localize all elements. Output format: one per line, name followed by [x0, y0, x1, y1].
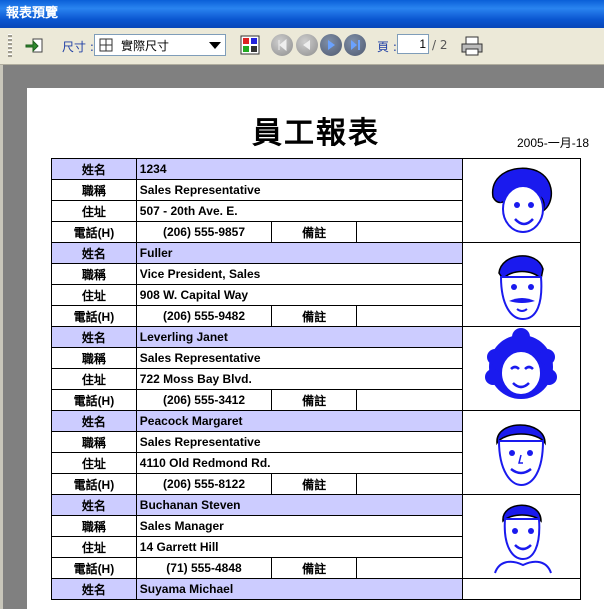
title-label: 職稱: [51, 347, 137, 369]
layout-button[interactable]: [240, 35, 260, 55]
title-label: 職稱: [51, 431, 137, 453]
name-label: 姓名: [51, 494, 137, 516]
employee-name: Buchanan Steven: [135, 494, 463, 516]
note-label: 備註: [271, 473, 358, 495]
size-label: 尺寸 :: [62, 40, 94, 54]
employee-photo: [461, 158, 582, 243]
report-date: 2005-一月-18: [517, 136, 590, 150]
employee-record-partial: 姓名 Suyama Michael: [51, 578, 582, 600]
employee-title: Sales Representative: [135, 179, 463, 201]
first-page-button[interactable]: [271, 34, 293, 56]
employee-note: [356, 305, 463, 327]
employee-phone: (206) 555-9857: [135, 221, 273, 243]
report-page: 員工報表 2005-一月-18 姓名 1234 職稱 Sales Represe…: [27, 88, 604, 609]
employee-table: 姓名 1234 職稱 Sales Representative 住址 507 -…: [51, 158, 582, 600]
employee-name: Fuller: [135, 242, 463, 264]
last-page-button[interactable]: [344, 34, 366, 56]
employee-address: 14 Garrett Hill: [135, 536, 463, 558]
employee-note: [356, 389, 463, 411]
page-label: 頁 :: [377, 40, 397, 54]
employee-note: [356, 473, 463, 495]
chevron-down-icon: [209, 42, 221, 49]
name-label: 姓名: [51, 578, 137, 600]
employee-address: 722 Moss Bay Blvd.: [135, 368, 463, 390]
employee-phone: (206) 555-3412: [135, 389, 273, 411]
employee-record: 姓名 Leverling Janet: [51, 326, 582, 411]
note-label: 備註: [271, 305, 358, 327]
grid-layout-icon: [240, 35, 260, 55]
employee-photo: [461, 326, 582, 411]
title-label: 職稱: [51, 515, 137, 537]
report-title: 員工報表: [252, 116, 380, 151]
note-label: 備註: [271, 221, 358, 243]
address-label: 住址: [51, 536, 137, 558]
employee-record: 姓名 Fuller: [51, 242, 582, 327]
employee-note: [356, 557, 463, 579]
window-title: 報表預覽: [0, 0, 604, 28]
employee-note: [356, 221, 463, 243]
employee-record: 姓名 1234: [51, 158, 582, 243]
next-page-button[interactable]: [320, 34, 342, 56]
phone-label: 電話(H): [51, 473, 137, 495]
employee-name: Peacock Margaret: [135, 410, 463, 432]
woman-curly-hair-face-icon: [481, 328, 561, 410]
toolbar: 尺寸 : 實際尺寸 頁: 1 / 2: [0, 28, 604, 65]
page-size-icon: [99, 38, 113, 52]
export-button[interactable]: [24, 35, 46, 57]
print-button[interactable]: [460, 35, 484, 57]
title-label: 職稱: [51, 263, 137, 285]
employee-photo: [461, 242, 582, 327]
man-mustache-face-icon: [481, 255, 561, 326]
page-total: / 2: [432, 38, 448, 52]
employee-record: 姓名 Peacock Margaret: [51, 410, 582, 495]
employee-name: 1234: [135, 158, 463, 180]
employee-phone: (206) 555-9482: [135, 305, 273, 327]
title-label: 職稱: [51, 179, 137, 201]
last-page-icon: [351, 40, 360, 50]
name-label: 姓名: [51, 326, 137, 348]
name-label: 姓名: [51, 158, 137, 180]
previous-page-icon: [303, 40, 310, 50]
address-label: 住址: [51, 452, 137, 474]
employee-phone: (206) 555-8122: [135, 473, 273, 495]
employee-phone: (71) 555-4848: [135, 557, 273, 579]
employee-title: Sales Representative: [135, 431, 463, 453]
employee-photo: [461, 410, 582, 495]
note-label: 備註: [271, 557, 358, 579]
size-dropdown[interactable]: 實際尺寸: [94, 34, 226, 56]
employee-title: Sales Representative: [135, 347, 463, 369]
employee-name: Leverling Janet: [135, 326, 463, 348]
address-label: 住址: [51, 284, 137, 306]
first-page-icon: [278, 38, 287, 52]
page-number-input[interactable]: [397, 34, 429, 54]
toolbar-grip[interactable]: [8, 34, 12, 58]
export-icon: [25, 38, 43, 53]
phone-label: 電話(H): [51, 389, 137, 411]
employee-photo: [461, 494, 582, 579]
phone-label: 電話(H): [51, 557, 137, 579]
name-label: 姓名: [51, 410, 137, 432]
size-dropdown-value: 實際尺寸: [121, 39, 170, 53]
employee-name: Suyama Michael: [135, 578, 463, 600]
note-label: 備註: [271, 389, 358, 411]
printer-icon: [461, 36, 483, 56]
employee-address: 4110 Old Redmond Rd.: [135, 452, 463, 474]
employee-title: Vice President, Sales: [135, 263, 463, 285]
previous-page-button[interactable]: [296, 34, 318, 56]
address-label: 住址: [51, 200, 137, 222]
man-smiling-face-icon: [481, 504, 561, 578]
next-page-icon: [328, 40, 335, 50]
employee-address: 908 W. Capital Way: [135, 284, 463, 306]
employee-address: 507 - 20th Ave. E.: [135, 200, 463, 222]
employee-title: Sales Manager: [135, 515, 463, 537]
address-label: 住址: [51, 368, 137, 390]
name-label: 姓名: [51, 242, 137, 264]
woman-curly-face-icon: [481, 167, 561, 242]
phone-label: 電話(H): [51, 305, 137, 327]
phone-label: 電話(H): [51, 221, 137, 243]
employee-record: 姓名 Buchanan Steven: [51, 494, 582, 579]
man-face-icon: [481, 424, 561, 494]
